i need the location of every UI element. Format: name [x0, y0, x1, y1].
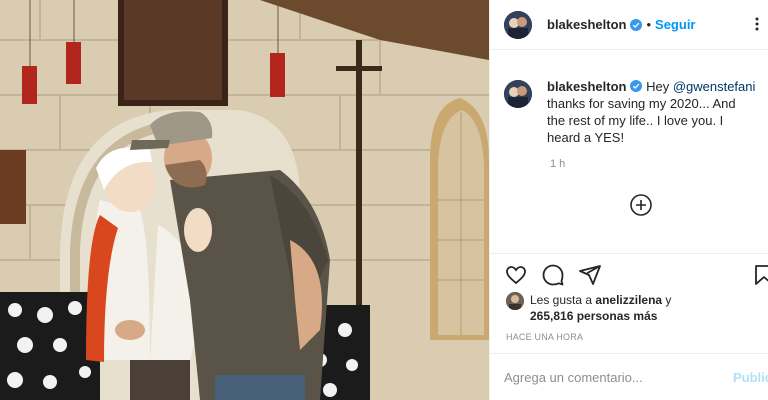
caption-avatar[interactable] [504, 80, 532, 108]
caption-text-after: thanks for saving my 2020... And the res… [547, 96, 736, 145]
liker-username[interactable]: anelizzilena [595, 293, 662, 307]
comment-icon[interactable] [541, 263, 565, 287]
share-icon[interactable] [578, 263, 602, 287]
bookmark-icon[interactable] [752, 263, 768, 287]
plus-circle-icon[interactable] [629, 193, 653, 217]
follow-button[interactable]: Seguir [655, 17, 695, 32]
heart-icon[interactable] [504, 263, 528, 287]
verified-badge-icon [630, 18, 643, 31]
publish-button[interactable]: Publicar [733, 370, 768, 385]
likes-summary: Les gusta a anelizzilena y 265,816 perso… [506, 292, 700, 324]
header-separator: • [646, 17, 652, 32]
likes-middle: y [662, 293, 672, 307]
caption-text: blakeshelton Hey @gwenstefani thanks for… [547, 78, 757, 146]
post-header: blakeshelton • Seguir [490, 0, 768, 50]
more-options-icon[interactable] [750, 16, 764, 32]
likes-prefix: Les gusta a [530, 293, 596, 307]
verified-badge-icon [630, 80, 643, 92]
comment-input[interactable] [504, 366, 714, 388]
caption: blakeshelton Hey @gwenstefani thanks for… [504, 78, 757, 146]
author-username[interactable]: blakeshelton [547, 17, 626, 32]
caption-timestamp: 1 h [550, 158, 566, 170]
action-bar [490, 253, 768, 294]
caption-text-before: Hey [642, 79, 673, 94]
comment-box: Publicar [490, 353, 768, 400]
caption-mention-link[interactable]: @gwenstefani [673, 79, 756, 94]
post-age: HACE UNA HORA [506, 332, 584, 342]
post-photo[interactable] [0, 0, 489, 400]
post-sidebar: blakeshelton • Seguir blakeshelton Hey @… [489, 0, 768, 400]
author-avatar[interactable] [504, 10, 532, 39]
likes-count[interactable]: 265,816 personas más [530, 309, 657, 323]
liker-avatar[interactable] [506, 292, 524, 310]
caption-username[interactable]: blakeshelton [547, 79, 626, 94]
couple-kissing-image [0, 0, 489, 400]
likes-text: Les gusta a anelizzilena y 265,816 perso… [530, 292, 700, 324]
